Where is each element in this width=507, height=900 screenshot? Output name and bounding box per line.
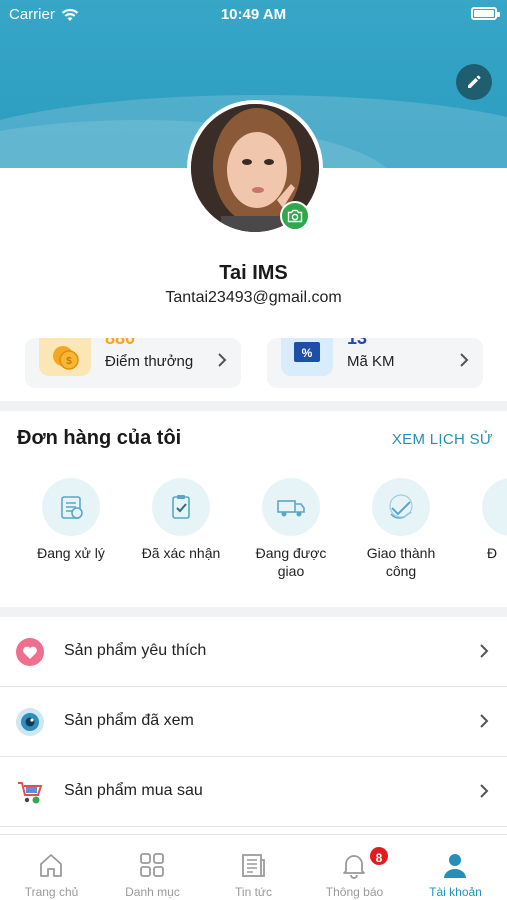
- promo-code-label: Mã KM: [347, 353, 395, 370]
- order-status-more[interactable]: Đ: [461, 478, 507, 562]
- menu-label: Sản phẩm đã xem: [64, 712, 194, 729]
- user-email: Tantai23493@gmail.com: [165, 289, 342, 306]
- menu-label: Sản phẩm mua sau: [64, 782, 203, 799]
- chevron-right-icon: [480, 644, 489, 658]
- order-status-label: Đang xử lý: [37, 545, 105, 561]
- chevron-right-icon: [460, 353, 469, 367]
- bell-icon: [343, 855, 365, 879]
- svg-text:%: %: [302, 346, 313, 360]
- partial-icon: [482, 478, 507, 536]
- delivery-truck-icon: [262, 478, 320, 536]
- home-icon: [40, 854, 62, 877]
- menu-viewed[interactable]: Sản phẩm đã xem: [0, 687, 507, 757]
- menu-label: Sản phẩm yêu thích: [64, 642, 207, 659]
- tab-notifications[interactable]: 8 Thông báo: [304, 835, 405, 900]
- order-status-processing[interactable]: Đang xử lý: [21, 478, 121, 562]
- order-status-label: Đ: [487, 545, 498, 561]
- promo-code-card[interactable]: % 13 Mã KM: [267, 338, 483, 388]
- status-bar: Carrier 10:49 AM: [0, 0, 507, 30]
- voucher-percent-icon: %: [281, 338, 333, 376]
- account-screen: Carrier 10:49 AM Tai IMS Tantai23493@gma…: [0, 0, 507, 900]
- processing-box-icon: [42, 478, 100, 536]
- tab-label: Tài khoản: [429, 885, 482, 899]
- chevron-right-icon: [218, 353, 227, 367]
- chevron-right-icon: [480, 784, 489, 798]
- eye-icon: [16, 708, 44, 736]
- battery-icon: [471, 7, 500, 20]
- coins-icon: $: [39, 338, 91, 376]
- order-status-shipping[interactable]: Đang được giao: [241, 478, 341, 580]
- chevron-right-icon: [480, 714, 489, 728]
- section-divider: [0, 607, 507, 617]
- camera-icon: [287, 209, 303, 223]
- order-history-link[interactable]: XEM LỊCH SỬ: [392, 431, 493, 448]
- tab-news[interactable]: Tin tức: [203, 835, 304, 900]
- notification-badge: 8: [368, 845, 390, 867]
- order-status-label: Đã xác nhận: [141, 545, 221, 561]
- tab-label: Trang chủ: [24, 885, 79, 899]
- user-name: Tai IMS: [219, 262, 288, 284]
- news-icon: [242, 854, 265, 877]
- orders-title: Đơn hàng của tôi: [17, 427, 182, 449]
- order-status-label: Đang được giao: [255, 545, 327, 579]
- cart-clock-icon: [18, 782, 43, 804]
- order-status-delivered[interactable]: Giao thành công: [351, 478, 451, 580]
- reward-points-value: 880: [105, 338, 136, 348]
- reward-points-label: Điểm thưởng: [105, 353, 194, 370]
- tab-label: Tin tức: [235, 885, 272, 899]
- grid-icon: [140, 853, 164, 877]
- edit-profile-button[interactable]: [456, 64, 492, 100]
- promo-code-value: 13: [347, 338, 368, 348]
- tab-account[interactable]: Tài khoản: [405, 835, 506, 900]
- order-status-label: Giao thành công: [366, 545, 436, 579]
- section-divider: [0, 401, 507, 411]
- tab-label: Thông báo: [325, 885, 384, 899]
- tab-label: Danh mục: [125, 885, 180, 899]
- change-avatar-button[interactable]: [280, 201, 310, 231]
- menu-favorites[interactable]: Sản phẩm yêu thích: [0, 617, 507, 687]
- menu-buy-later[interactable]: Sản phẩm mua sau: [0, 757, 507, 827]
- pencil-icon: [468, 75, 481, 88]
- clipboard-check-icon: [152, 478, 210, 536]
- user-icon: [444, 854, 466, 878]
- tab-categories[interactable]: Danh mục: [102, 835, 203, 900]
- order-status-confirmed[interactable]: Đã xác nhận: [131, 478, 231, 562]
- tab-home[interactable]: Trang chủ: [1, 835, 102, 900]
- reward-points-card[interactable]: $ 880 Điểm thưởng: [25, 338, 241, 388]
- handshake-check-icon: [372, 478, 430, 536]
- heart-icon: [16, 638, 44, 666]
- clock: 10:49 AM: [220, 6, 287, 23]
- bottom-tab-bar: Trang chủ Danh mục Tin tức 8 Thông báo T…: [0, 834, 507, 900]
- svg-text:$: $: [66, 356, 72, 367]
